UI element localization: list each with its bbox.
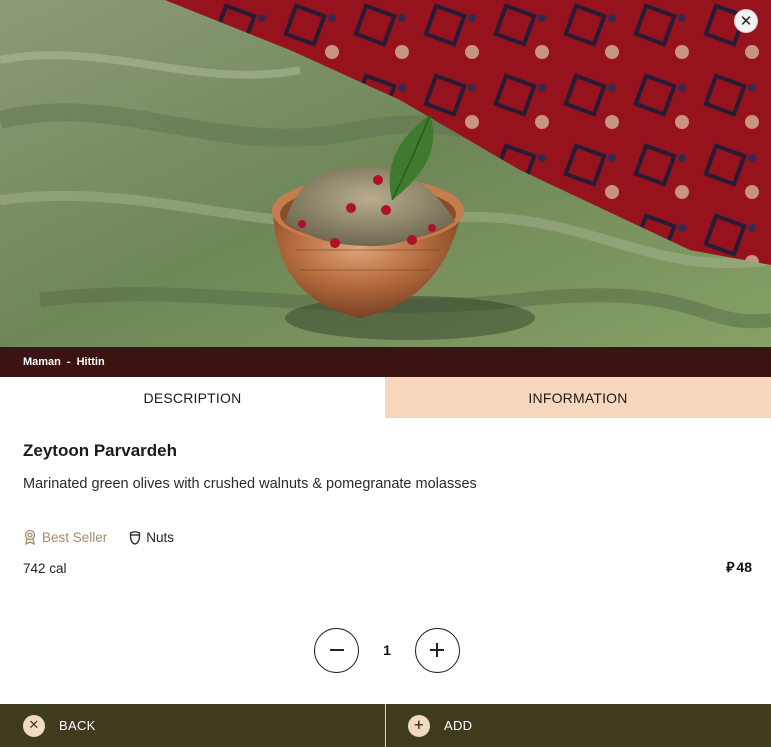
quantity-stepper: 1 — [314, 627, 460, 673]
award-icon — [23, 529, 37, 545]
add-label: ADD — [444, 718, 473, 733]
add-button[interactable]: + ADD — [386, 704, 771, 747]
item-title: Zeytoon Parvardeh — [23, 441, 177, 460]
quantity-value: 1 — [383, 642, 391, 658]
tab-description[interactable]: DESCRIPTION — [0, 377, 385, 418]
tag-nuts: Nuts — [129, 530, 174, 545]
close-button[interactable]: ✕ — [734, 9, 758, 33]
tag-best-seller-label: Best Seller — [42, 529, 108, 545]
back-button[interactable]: ✕ BACK — [0, 704, 386, 747]
tag-best-seller: Best Seller — [23, 529, 107, 545]
nut-icon — [129, 530, 141, 545]
item-price: ⃁ 48 — [726, 558, 752, 576]
breadcrumb-separator: - — [66, 356, 71, 368]
item-tags: Best Seller Nuts — [23, 529, 196, 545]
plus-icon: + — [408, 714, 430, 737]
currency-icon: ⃁ — [726, 560, 735, 576]
decrement-button[interactable] — [314, 627, 359, 673]
item-calories: 742 cal — [23, 561, 67, 576]
item-description: Marinated green olives with crushed waln… — [23, 476, 477, 492]
tab-bar: DESCRIPTION INFORMATION — [0, 377, 771, 418]
breadcrumb: Maman - Hittin — [0, 347, 771, 377]
close-icon: ✕ — [739, 11, 753, 30]
tab-information[interactable]: INFORMATION — [385, 377, 771, 418]
back-label: BACK — [59, 718, 96, 733]
minus-icon — [329, 649, 344, 651]
footer-bar: ✕ BACK + ADD — [0, 704, 771, 747]
item-price-value: 48 — [736, 559, 752, 575]
close-icon: ✕ — [23, 714, 45, 737]
plus-icon — [430, 643, 445, 657]
breadcrumb-restaurant: Maman — [23, 356, 61, 368]
hero-image — [0, 0, 771, 347]
tag-nuts-label: Nuts — [146, 529, 175, 545]
breadcrumb-branch: Hittin — [76, 356, 105, 368]
increment-button[interactable] — [414, 627, 460, 673]
